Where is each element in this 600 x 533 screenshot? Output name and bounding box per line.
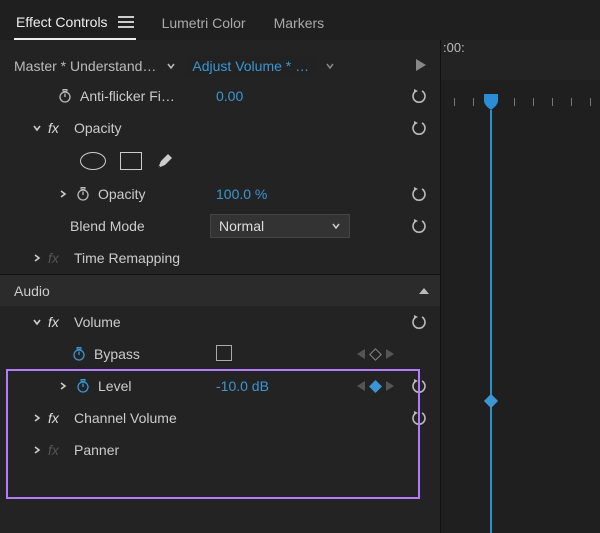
blend-mode-label: Blend Mode — [70, 218, 145, 234]
stopwatch-icon[interactable] — [70, 345, 88, 363]
tab-effect-controls-label: Effect Controls — [16, 14, 108, 30]
master-dropdown-icon[interactable] — [164, 59, 178, 73]
reset-icon[interactable] — [408, 410, 432, 426]
play-icon[interactable] — [416, 58, 426, 74]
row-antiflicker: Anti-flicker Fi… 0.00 — [0, 80, 440, 112]
add-keyframe-icon[interactable] — [369, 380, 382, 393]
next-keyframe-icon[interactable] — [386, 346, 394, 362]
clip-header: Master * Understand… Adjust Volume * … — [0, 40, 440, 80]
fx-badge-icon[interactable]: fx — [48, 410, 66, 426]
fx-badge-icon[interactable]: fx — [48, 250, 66, 266]
prev-keyframe-icon[interactable] — [357, 378, 365, 394]
row-opacity-group: fx Opacity — [0, 112, 440, 144]
row-opacity-prop: Opacity 100.0 % — [0, 178, 440, 210]
tab-lumetri-color[interactable]: Lumetri Color — [160, 9, 248, 39]
row-level: Level -10.0 dB — [0, 370, 440, 402]
fx-badge-icon[interactable]: fx — [48, 442, 66, 458]
tab-lumetri-color-label: Lumetri Color — [162, 15, 246, 31]
blend-mode-select[interactable]: Normal — [210, 214, 350, 238]
reset-icon[interactable] — [408, 88, 432, 104]
reset-icon[interactable] — [408, 218, 432, 234]
playhead-line — [490, 110, 492, 533]
ellipse-mask-icon[interactable] — [80, 152, 106, 170]
twirl-icon[interactable] — [30, 253, 44, 263]
collapse-up-icon[interactable] — [418, 283, 430, 299]
next-keyframe-icon[interactable] — [386, 378, 394, 394]
twirl-icon[interactable] — [56, 381, 70, 391]
bypass-label: Bypass — [94, 346, 140, 362]
opacity-prop-label: Opacity — [98, 186, 145, 202]
panner-label: Panner — [74, 442, 119, 458]
reset-icon[interactable] — [408, 186, 432, 202]
pen-mask-icon[interactable] — [156, 152, 174, 170]
tab-effect-controls[interactable]: Effect Controls — [14, 8, 136, 40]
channel-volume-label: Channel Volume — [74, 410, 177, 426]
effects-panel: Anti-flicker Fi… 0.00 fx Opacity — [0, 80, 440, 533]
prev-keyframe-icon[interactable] — [357, 346, 365, 362]
playhead-handle-icon[interactable] — [483, 93, 499, 111]
panel-menu-icon[interactable] — [118, 16, 134, 28]
twirl-icon[interactable] — [56, 189, 70, 199]
keyframe-diamond-icon[interactable] — [484, 394, 498, 408]
timecode-label: :00: — [443, 40, 465, 55]
row-channel-volume: fx Channel Volume — [0, 402, 440, 434]
mask-tools-row — [0, 144, 440, 178]
mini-timeline[interactable] — [440, 80, 600, 533]
row-blend-mode: Blend Mode Normal — [0, 210, 440, 242]
main-area: Anti-flicker Fi… 0.00 fx Opacity — [0, 80, 600, 533]
row-volume-group: fx Volume — [0, 306, 440, 338]
keyframe-nav — [340, 346, 410, 362]
stopwatch-icon[interactable] — [74, 185, 92, 203]
keyframe-nav — [340, 378, 410, 394]
opacity-group-label: Opacity — [74, 120, 121, 136]
stopwatch-icon[interactable] — [56, 87, 74, 105]
reset-icon[interactable] — [408, 314, 432, 330]
rectangle-mask-icon[interactable] — [120, 152, 142, 170]
row-bypass: Bypass — [0, 338, 440, 370]
panel-tabbar: Effect Controls Lumetri Color Markers — [0, 0, 600, 40]
clip-dropdown-icon[interactable] — [323, 59, 337, 73]
twirl-icon[interactable] — [30, 123, 44, 133]
bypass-checkbox[interactable] — [216, 345, 232, 361]
audio-section-label: Audio — [14, 283, 50, 299]
stopwatch-icon[interactable] — [74, 377, 92, 395]
tab-markers-label: Markers — [274, 15, 325, 31]
level-label: Level — [98, 378, 131, 394]
volume-group-label: Volume — [74, 314, 121, 330]
antiflicker-value[interactable]: 0.00 — [216, 88, 316, 104]
fx-badge-icon[interactable]: fx — [48, 314, 66, 330]
antiflicker-label: Anti-flicker Fi… — [80, 88, 175, 104]
timeline-ticks — [441, 98, 600, 110]
chevron-down-icon — [331, 221, 341, 231]
app-root: Effect Controls Lumetri Color Markers Ma… — [0, 0, 600, 533]
row-time-remapping: fx Time Remapping — [0, 242, 440, 274]
opacity-prop-value[interactable]: 100.0 % — [216, 186, 316, 202]
time-remapping-label: Time Remapping — [74, 250, 180, 266]
twirl-icon[interactable] — [30, 445, 44, 455]
source-clip-label[interactable]: Adjust Volume * … — [186, 56, 315, 76]
twirl-icon[interactable] — [30, 317, 44, 327]
level-value[interactable]: -10.0 dB — [216, 378, 316, 394]
master-clip-label[interactable]: Master * Understand… — [14, 58, 156, 74]
fx-badge-icon[interactable]: fx — [48, 120, 66, 136]
tab-markers[interactable]: Markers — [272, 9, 327, 39]
reset-icon[interactable] — [408, 378, 432, 394]
add-keyframe-icon[interactable] — [369, 348, 382, 361]
twirl-icon[interactable] — [30, 413, 44, 423]
reset-icon[interactable] — [408, 120, 432, 136]
row-panner: fx Panner — [0, 434, 440, 466]
row-audio-section: Audio — [0, 274, 440, 306]
blend-mode-value: Normal — [219, 218, 264, 234]
